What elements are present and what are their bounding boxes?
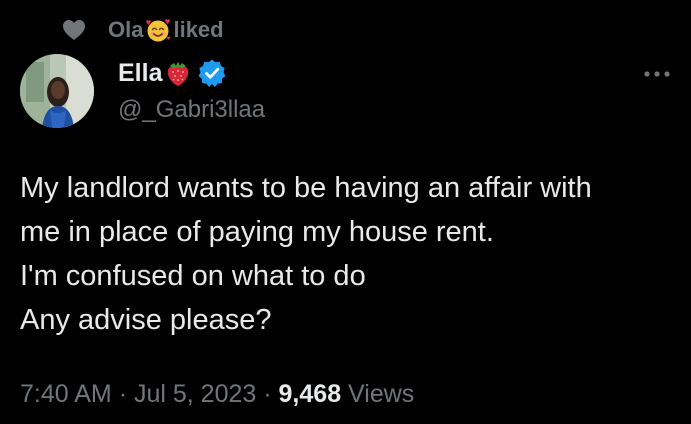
tweet-meta: 7:40 AM · Jul 5, 2023 · 9,468 Views [20,380,414,409]
liker-name[interactable]: Ola [108,17,143,43]
tweet-line: I'm confused on what to do [20,260,366,292]
tweet-date[interactable]: Jul 5, 2023 [134,380,256,408]
liked-label: liked [173,17,224,42]
meta-separator: · [263,380,272,408]
avatar-image [20,54,94,128]
strawberry-emoji-icon [168,61,189,86]
social-context: Ola liked [62,16,224,44]
smiling-face-with-hearts-emoji-icon [146,19,171,42]
views-label: Views [348,380,415,408]
tweet-text: My landlord wants to be having an affair… [20,166,688,342]
more-options-icon[interactable] [640,64,674,84]
tweet-line: me in place of paying my house rent. [20,216,494,248]
verified-badge-icon[interactable] [197,58,227,88]
heart-icon [63,20,85,40]
user-handle[interactable]: @_Gabri3llaa [118,96,265,124]
avatar[interactable] [20,54,94,128]
author-name-row: Ella [118,56,227,90]
tweet-line: Any advise please? [20,304,272,336]
tweet-time[interactable]: 7:40 AM [20,380,112,408]
tweet-line: My landlord wants to be having an affair… [20,172,592,204]
views-count[interactable]: 9,468 [279,380,342,408]
meta-separator: · [118,380,128,408]
display-name[interactable]: Ella [118,59,162,88]
